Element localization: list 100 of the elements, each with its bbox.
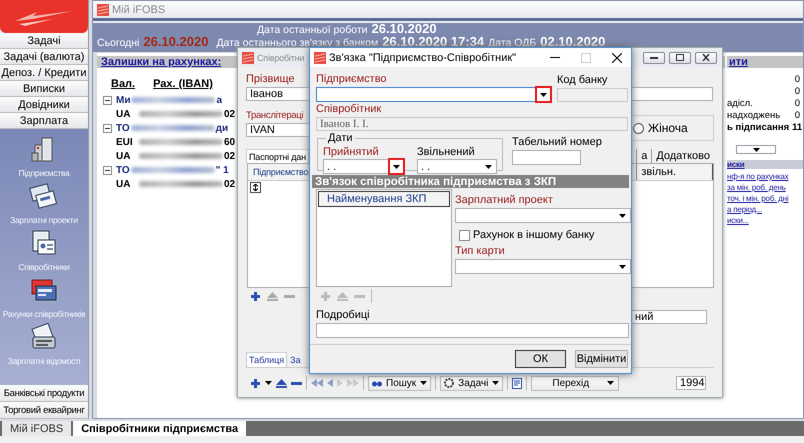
count-value: 0: [794, 86, 800, 96]
account-number: 02: [224, 178, 236, 190]
caret-icon: [752, 148, 760, 152]
add-button[interactable]: [250, 290, 261, 302]
dropdown-field[interactable]: [736, 145, 776, 154]
date-value: 26.10.2020 17:34: [382, 36, 484, 48]
caret-icon: [393, 164, 400, 168]
caret-icon: [619, 214, 626, 218]
radio-button[interactable]: [633, 122, 644, 134]
dropdown-field[interactable]: [316, 87, 552, 102]
account-group: Ми: [116, 94, 130, 106]
collapse-icon[interactable]: [103, 124, 112, 132]
collapse-icon[interactable]: [103, 166, 112, 174]
menu-button[interactable]: Торговий еквайринг: [0, 402, 88, 419]
binoculars-icon: [372, 379, 382, 387]
field-label: Код банку: [557, 74, 608, 87]
menu-button[interactable]: Виписки: [0, 81, 88, 97]
minimize-icon: [650, 56, 658, 59]
field-label: Тип карти: [455, 245, 505, 258]
plus-icon: [250, 290, 261, 302]
checkbox[interactable]: [459, 230, 470, 240]
maximize-button[interactable]: [669, 52, 691, 64]
app-icon: [242, 52, 254, 64]
report-link[interactable]: точ. і мін. роб. дні: [727, 193, 803, 204]
row-indicator-icon: [250, 182, 261, 193]
currency-code: UA: [116, 108, 132, 120]
details-field[interactable]: [316, 323, 629, 338]
record-count: 1994: [676, 376, 706, 390]
close-button[interactable]: [695, 52, 717, 64]
eject-button[interactable]: [276, 378, 287, 388]
first-page-icon: [311, 379, 323, 387]
section-header: Зв'язок співробітника підприємства з ЗКП: [312, 175, 629, 188]
remove-button[interactable]: [291, 382, 302, 384]
menu-button[interactable]: Задачі: [0, 33, 88, 49]
dropdown-field[interactable]: . .: [417, 159, 497, 174]
column-header[interactable]: Підприємство: [248, 167, 308, 177]
tab[interactable]: Паспортні дан: [246, 149, 309, 163]
radio-label: Жіноча: [648, 121, 688, 135]
report-link[interactable]: за мін. роб. день: [727, 182, 803, 193]
text-field[interactable]: ний: [631, 310, 707, 324]
report-link[interactable]: а період...: [727, 204, 803, 215]
currency-code: UA: [116, 178, 132, 190]
previous-icon: [327, 379, 333, 387]
add-button[interactable]: [250, 378, 261, 388]
column-header[interactable]: Вал.: [111, 78, 136, 90]
currency-code: EUI: [116, 136, 134, 148]
goto-button[interactable]: Перехід: [531, 376, 620, 390]
app-icon: [314, 52, 326, 64]
dropdown-button[interactable]: [535, 86, 552, 103]
count-value: 0: [794, 74, 800, 84]
minus-icon: [284, 294, 295, 298]
document-tab[interactable]: Мій iFOBS: [2, 421, 72, 436]
date-label: Дата останнього зв'язку з банком: [216, 37, 378, 49]
view-tab[interactable]: Таблиця: [246, 352, 288, 367]
field-label: Транслітераці: [246, 109, 304, 122]
dropdown-field[interactable]: [455, 208, 631, 223]
minus-icon: [354, 294, 365, 298]
menu-button[interactable]: Депоз. / Кредити: [0, 65, 88, 81]
document-icon: [31, 323, 56, 348]
field-label: Прізвище: [246, 73, 295, 86]
text-field[interactable]: [631, 87, 713, 101]
count-value: 0: [794, 98, 800, 108]
maximize-icon: [581, 52, 591, 62]
field-label: Зарплатний проект: [455, 194, 553, 207]
caret-icon: [619, 264, 626, 268]
document-tab[interactable]: Співробітники підприємства: [73, 421, 246, 436]
ok-button[interactable]: ОК: [515, 350, 566, 368]
dropdown-field[interactable]: . .: [323, 159, 405, 174]
section-link[interactable]: Залишки на рахунках:: [101, 56, 222, 68]
cancel-button[interactable]: Відмінити: [575, 350, 628, 368]
column-header[interactable]: звільн.: [636, 164, 713, 180]
report-link[interactable]: нф-я по рахунках: [727, 171, 803, 182]
dropdown-field[interactable]: [455, 259, 631, 274]
column-header[interactable]: Рах. (IBAN): [153, 78, 213, 90]
menu-button[interactable]: Довідники: [0, 97, 88, 113]
tasks-button[interactable]: Задачі: [440, 376, 504, 390]
count-value: 0: [794, 110, 800, 120]
count-label: адісл.: [727, 98, 753, 108]
date-value: 26.10.2020: [372, 23, 437, 35]
field-label: Співробітник: [316, 103, 382, 116]
card-icon: [32, 280, 56, 300]
search-button[interactable]: Пошук: [368, 376, 432, 390]
caret-icon: [492, 381, 500, 385]
minimize-button[interactable]: [643, 52, 665, 64]
collapse-icon[interactable]: [103, 96, 112, 104]
caret-icon: [540, 92, 547, 96]
report-button[interactable]: [512, 378, 522, 388]
building-icon: [32, 138, 52, 162]
checkbox-label: Рахунок в іншому банку: [473, 229, 594, 241]
date-value: 02.10.2020: [540, 36, 606, 48]
section-link[interactable]: иски: [727, 160, 803, 169]
menu-button[interactable]: Зарплата: [0, 113, 88, 129]
menu-button[interactable]: Задачі (валюта): [0, 49, 88, 65]
text-field[interactable]: [512, 150, 581, 165]
menu-button[interactable]: Банківські продукти: [0, 385, 88, 402]
column-header[interactable]: Найменування ЗКП: [318, 191, 450, 207]
count-value: 11: [792, 122, 802, 132]
minus-icon: [291, 382, 302, 384]
report-link[interactable]: иски...: [727, 215, 803, 226]
view-tab[interactable]: За: [288, 352, 303, 367]
